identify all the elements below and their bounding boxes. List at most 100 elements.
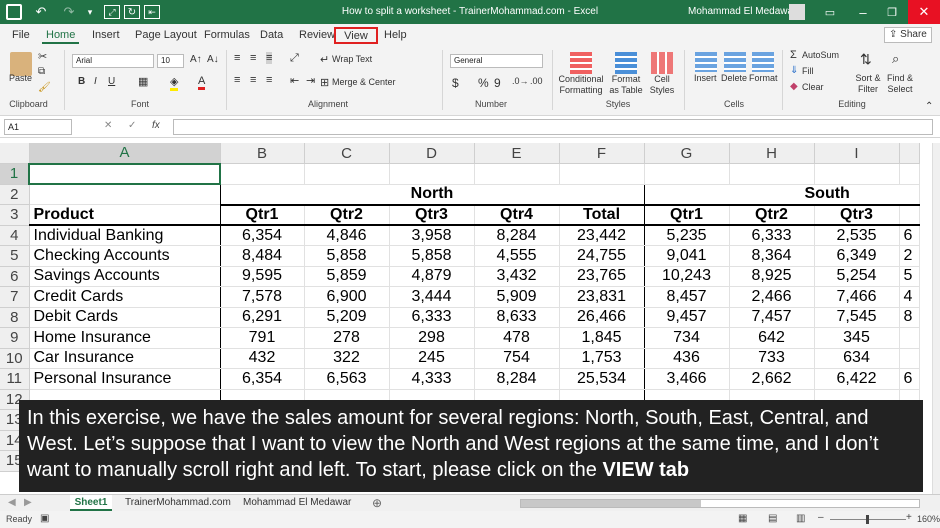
value-cell[interactable]: 245 [389,348,475,369]
tab-help[interactable]: Help [380,27,411,44]
column-header-j[interactable] [899,143,920,164]
value-cell[interactable]: 1,753 [559,348,645,369]
value-cell[interactable]: 26,466 [559,307,645,328]
column-header-g[interactable]: G [644,143,730,164]
value-cell[interactable]: 298 [389,327,475,349]
header-cell[interactable]: Qtr1 [220,204,305,226]
cell[interactable] [814,163,900,185]
cell[interactable] [304,163,390,185]
fullscreen-icon[interactable]: ⤢ [104,5,120,19]
delete-cells-button[interactable]: Delete [721,73,747,83]
cell[interactable] [220,163,305,185]
zoom-level[interactable]: 160% [917,514,940,524]
sheet-tab-trainermohammad[interactable]: TrainerMohammad.com [125,495,231,511]
align-center-icon[interactable]: ≡ [250,74,256,86]
header-cell[interactable]: Total [559,204,645,226]
tab-view[interactable]: View [334,27,378,44]
prev-sheet-icon[interactable]: ◀ [8,497,16,508]
partial-cell[interactable] [899,327,920,349]
bottom-align-icon[interactable]: ≡ [266,52,273,64]
cell[interactable] [559,163,645,185]
increase-indent-icon[interactable]: ⇥ [306,74,315,87]
zoom-out-icon[interactable]: – [818,512,824,523]
product-cell[interactable]: Credit Cards [29,286,221,308]
bold-button[interactable]: B [78,76,85,87]
partial-cell[interactable]: 6 [899,225,920,246]
underline-button[interactable]: U [108,76,115,87]
value-cell[interactable]: 9,457 [644,307,730,328]
row-header[interactable]: 2 [0,184,30,205]
column-header-e[interactable]: E [474,143,560,164]
value-cell[interactable]: 5,254 [814,266,900,287]
value-cell[interactable]: 3,958 [389,225,475,246]
share-button[interactable]: ⇪ Share [884,27,932,43]
value-cell[interactable]: 4,846 [304,225,390,246]
move-icon[interactable]: ⇤ [144,5,160,19]
merge-center-button[interactable]: Merge & Center [332,77,396,87]
value-cell[interactable]: 8,484 [220,245,305,267]
cell[interactable] [389,163,475,185]
value-cell[interactable]: 634 [814,348,900,369]
value-cell[interactable]: 6,333 [389,307,475,328]
value-cell[interactable]: 1,845 [559,327,645,349]
value-cell[interactable]: 6,333 [729,225,815,246]
name-box[interactable]: A1 [4,119,72,135]
value-cell[interactable]: 432 [220,348,305,369]
delete-cells-icon[interactable] [724,52,746,72]
value-cell[interactable]: 5,209 [304,307,390,328]
value-cell[interactable]: 8,633 [474,307,560,328]
collapse-ribbon-icon[interactable]: ⌃ [925,101,933,112]
value-cell[interactable]: 7,466 [814,286,900,308]
save-icon[interactable] [6,4,22,20]
value-cell[interactable]: 2,662 [729,368,815,390]
header-cell[interactable]: Qtr2 [304,204,390,226]
region-south-header[interactable]: South [644,184,920,206]
value-cell[interactable]: 8,284 [474,368,560,390]
row-header[interactable]: 5 [0,245,30,267]
fill-icon[interactable]: ⇓ [790,65,798,76]
value-cell[interactable]: 9,041 [644,245,730,267]
value-cell[interactable]: 8,284 [474,225,560,246]
align-left-icon[interactable]: ≡ [234,74,240,86]
value-cell[interactable]: 754 [474,348,560,369]
product-cell[interactable]: Home Insurance [29,327,221,349]
partial-cell[interactable]: 4 [899,286,920,308]
format-cells-button[interactable]: Format [749,73,778,83]
partial-cell[interactable]: 2 [899,245,920,267]
value-cell[interactable]: 642 [729,327,815,349]
value-cell[interactable]: 6,291 [220,307,305,328]
region-north-header[interactable]: North [220,184,645,206]
copy-icon[interactable]: ⧉ [38,66,45,77]
format-painter-icon[interactable]: 🖌 [38,82,51,93]
select-all-corner[interactable] [0,143,30,164]
sort-filter-icon[interactable]: ⇅ [860,51,872,68]
increase-decimal-icon[interactable]: .0→ [512,76,529,86]
row-header[interactable]: 3 [0,204,30,226]
orientation-icon[interactable]: ⤢ [290,52,299,65]
cell[interactable] [899,204,920,226]
cell[interactable] [474,163,560,185]
tab-home[interactable]: Home [42,27,80,44]
close-icon[interactable]: ✕ [908,0,940,24]
value-cell[interactable]: 23,765 [559,266,645,287]
product-cell[interactable]: Personal Insurance [29,368,221,390]
cell[interactable] [29,184,221,205]
font-size-select[interactable]: 10 [157,54,184,68]
value-cell[interactable]: 733 [729,348,815,369]
value-cell[interactable]: 5,858 [304,245,390,267]
value-cell[interactable]: 5,859 [304,266,390,287]
clear-button[interactable]: Clear [802,82,824,92]
value-cell[interactable]: 5,235 [644,225,730,246]
value-cell[interactable]: 6,900 [304,286,390,308]
value-cell[interactable]: 6,354 [220,368,305,390]
row-header[interactable]: 8 [0,307,30,328]
number-format-select[interactable]: General [450,54,543,68]
formula-input[interactable] [173,119,933,135]
value-cell[interactable]: 10,243 [644,266,730,287]
wrap-text-icon[interactable]: ↵ [320,53,329,66]
value-cell[interactable]: 24,755 [559,245,645,267]
page-layout-view-icon[interactable]: ▤ [768,513,777,524]
row-header[interactable]: 7 [0,286,30,308]
value-cell[interactable]: 2,535 [814,225,900,246]
product-cell[interactable]: Individual Banking [29,225,221,246]
